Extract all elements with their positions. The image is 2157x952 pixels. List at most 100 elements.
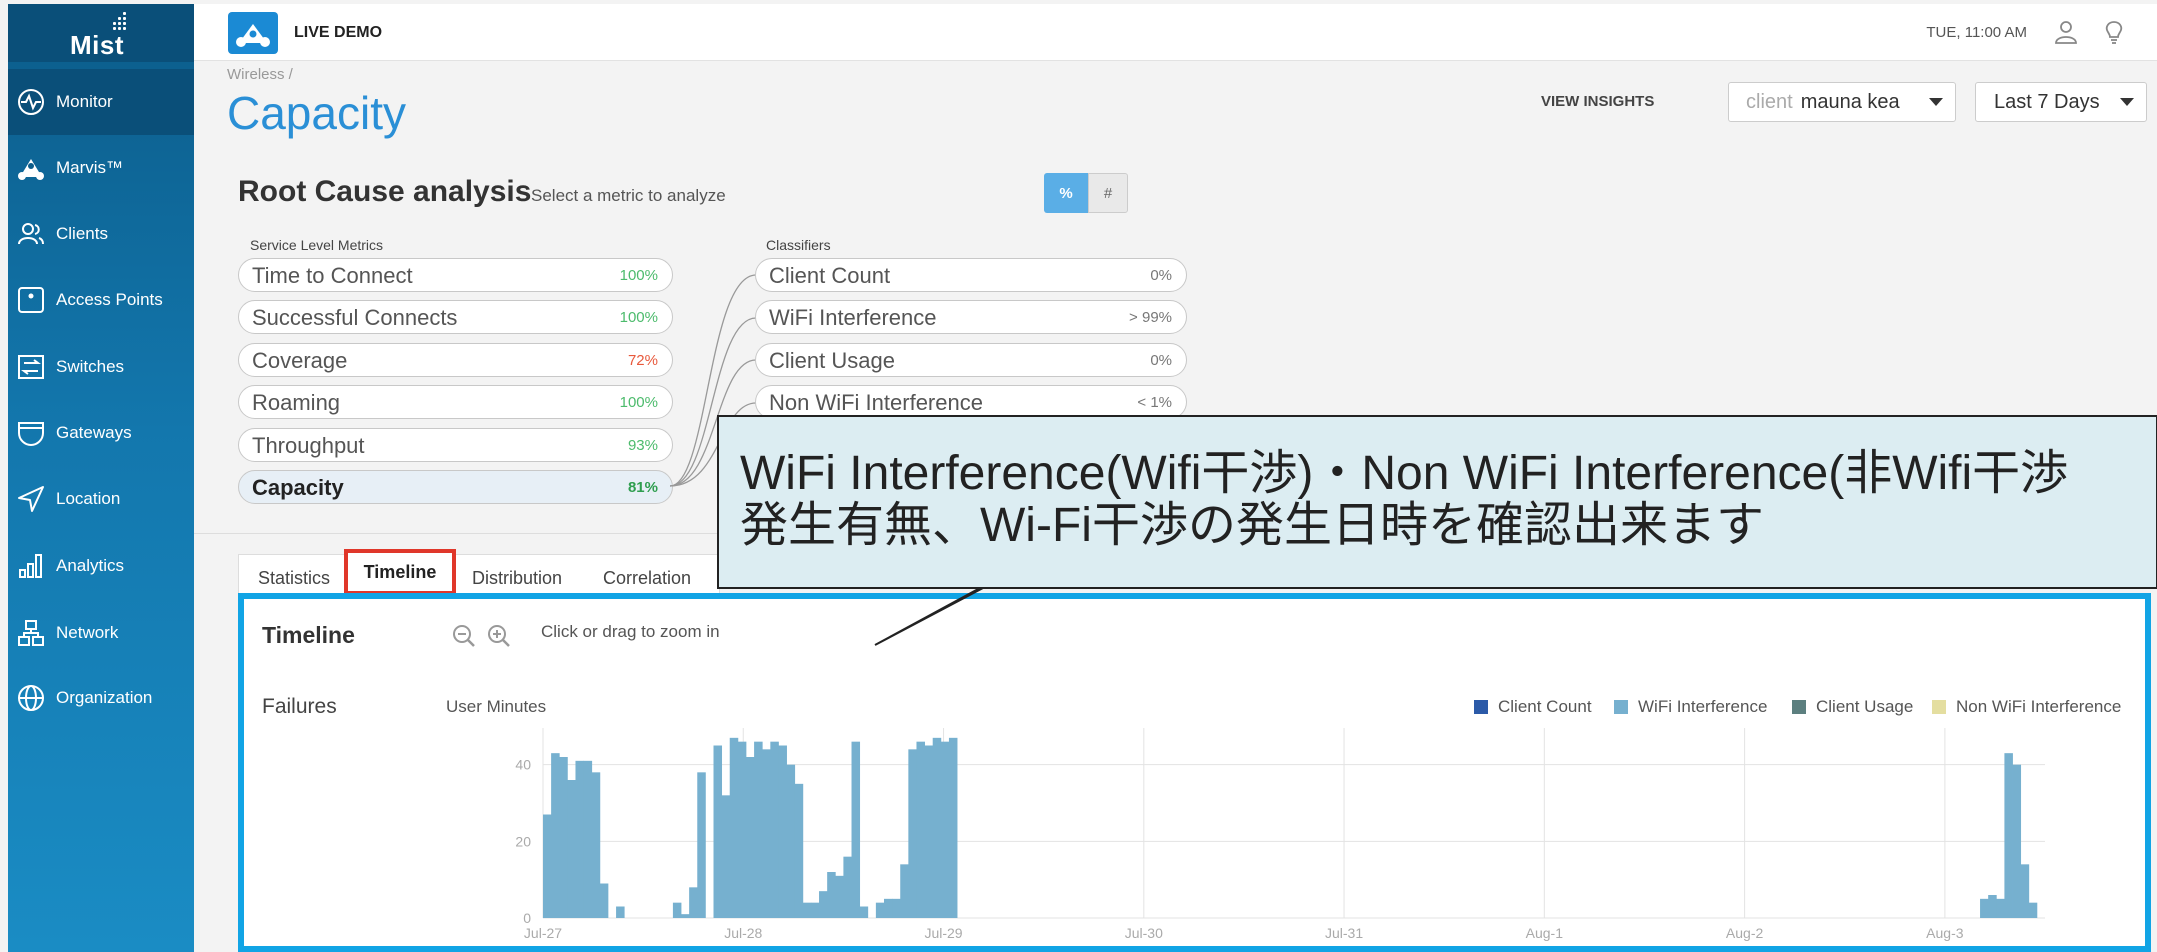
x-tick-label: Jul-31 [1325, 925, 1363, 941]
tab-timeline[interactable]: Timeline [344, 549, 456, 595]
x-tick-label: Jul-29 [924, 925, 962, 941]
classifier-name: WiFi Interference [769, 305, 937, 330]
rca-subtitle: Select a metric to analyze [531, 186, 726, 205]
chart-bar [802, 902, 812, 918]
sidebar-item-location[interactable]: Location [8, 466, 194, 532]
classifier-value: 0% [1150, 267, 1172, 284]
sidebar-item-monitor[interactable]: Monitor [8, 69, 194, 135]
metric-throughput[interactable]: Throughput 93% [238, 428, 673, 462]
chart-bar [2004, 753, 2013, 918]
sidebar-item-marvis[interactable]: Marvis™ [8, 135, 194, 201]
chevron-down-icon [2120, 98, 2134, 106]
sidebar-item-analytics[interactable]: Analytics [8, 533, 194, 599]
zoom-hint: Click or drag to zoom in [541, 622, 720, 641]
live-demo-logo-icon[interactable] [228, 12, 278, 54]
legend-label: Client Count [1498, 697, 1592, 716]
marvis-icon [18, 159, 44, 180]
zoom-in-icon[interactable] [487, 624, 511, 648]
zoom-out-icon[interactable] [452, 624, 476, 648]
time-range-selector[interactable]: Last 7 Days [1975, 82, 2147, 122]
x-tick-label: Jul-28 [724, 925, 762, 941]
sidebar-item-gateways[interactable]: Gateways [8, 400, 194, 466]
metric-coverage[interactable]: Coverage 72% [238, 343, 673, 377]
view-insights-link[interactable]: VIEW INSIGHTS [1541, 93, 1654, 110]
sidebar-item-organization[interactable]: Organization [8, 665, 194, 731]
chart-bar [835, 875, 844, 918]
legend-non-wifi-interference[interactable]: Non WiFi Interference [1932, 697, 2121, 717]
sidebar-item-access-points[interactable]: Access Points [8, 267, 194, 333]
failures-label: Failures [262, 695, 337, 718]
metric-capacity[interactable]: Capacity 81% [238, 470, 673, 504]
chart-bar [924, 745, 934, 918]
chart-bar [843, 856, 852, 918]
chart-bar [1980, 898, 1989, 918]
legend-client-usage[interactable]: Client Usage [1792, 697, 1913, 717]
legend-label: Non WiFi Interference [1956, 697, 2122, 716]
chart-bar [672, 902, 682, 918]
chart-bar [616, 906, 625, 918]
chart-bar [2020, 864, 2030, 918]
x-tick-label: Jul-27 [524, 925, 562, 941]
slm-header: Service Level Metrics [250, 237, 384, 253]
client-selector[interactable]: client mauna kea [1728, 82, 1956, 122]
chart-bar [851, 741, 861, 918]
legend-label: WiFi Interference [1638, 697, 1768, 716]
y-tick-label: 40 [515, 757, 531, 773]
mist-logo[interactable]: Mist [8, 4, 194, 62]
chart-bar [762, 749, 771, 918]
classifier-name: Client Usage [769, 348, 895, 373]
sidebar-item-network[interactable]: Network [8, 600, 194, 666]
chart-bar [940, 741, 950, 918]
metric-value: 81% [627, 479, 658, 496]
clock-text: TUE, 11:00 AM [1926, 24, 2027, 41]
client-prefix: client [1746, 90, 1793, 113]
lightbulb-icon[interactable] [2101, 19, 2127, 45]
classifier-client-usage[interactable]: Client Usage 0% [755, 343, 1187, 377]
chart-bar [551, 753, 560, 918]
chart-bar [754, 741, 763, 918]
tab-distribution[interactable]: Distribution [462, 560, 572, 596]
chart-bar [883, 898, 893, 918]
metric-value: 100% [619, 309, 658, 326]
legend-swatch [1792, 700, 1806, 714]
metric-name: Successful Connects [252, 305, 458, 330]
tab-statistics[interactable]: Statistics [246, 560, 342, 596]
x-tick-label: Jul-30 [1125, 925, 1163, 941]
chart-bar [827, 872, 836, 918]
metric-name: Coverage [252, 348, 348, 373]
sidebar-item-switches[interactable]: Switches [8, 334, 194, 400]
metric-time-to-connect[interactable]: Time to Connect 100% [238, 258, 673, 292]
timeline-title: Timeline [262, 622, 355, 648]
sidebar-item-label: Organization [56, 688, 153, 707]
legend-wifi-interference[interactable]: WiFi Interference [1614, 697, 1767, 717]
percent-toggle[interactable]: % [1044, 173, 1088, 213]
sidebar-item-label: Access Points [56, 290, 163, 309]
classifier-value: 0% [1150, 352, 1172, 369]
legend-client-count[interactable]: Client Count [1474, 697, 1592, 717]
classifier-client-count[interactable]: Client Count 0% [755, 258, 1187, 292]
chart-bar [770, 741, 779, 918]
user-icon[interactable] [2053, 19, 2079, 45]
sidebar-item-clients[interactable]: Clients [8, 201, 194, 267]
count-toggle[interactable]: # [1088, 173, 1128, 213]
chart-bar [2012, 764, 2022, 918]
breadcrumb[interactable]: Wireless / [227, 66, 293, 83]
callout-text: WiFi Interference(Wifi干渉)・Non WiFi Inter… [740, 448, 2068, 552]
metric-name: Throughput [252, 433, 365, 458]
metric-roaming[interactable]: Roaming 100% [238, 385, 673, 419]
x-tick-label: Aug-3 [1926, 925, 1964, 941]
timeline-chart[interactable]: 0 20 40 Jul-27 Jul-28 Jul-29 Jul-30 Jul-31 Aug-1… [500, 724, 2060, 952]
live-demo-label: LIVE DEMO [294, 24, 383, 41]
classifier-non-wifi-interference[interactable]: Non WiFi Interference < 1% [755, 385, 1187, 419]
rca-title: Root Cause analysis [238, 175, 532, 208]
classifier-wifi-interference[interactable]: WiFi Interference > 99% [755, 300, 1187, 334]
metric-successful-connects[interactable]: Successful Connects 100% [238, 300, 673, 334]
location-icon [18, 486, 44, 512]
x-tick-label: Aug-1 [1526, 925, 1564, 941]
gateway-icon [18, 422, 44, 447]
sidebar-item-label: Gateways [56, 423, 132, 442]
chart-bar [819, 891, 828, 918]
legend-label: Client Usage [1816, 697, 1914, 716]
tab-correlation[interactable]: Correlation [592, 560, 702, 596]
metric-value: 100% [619, 394, 658, 411]
